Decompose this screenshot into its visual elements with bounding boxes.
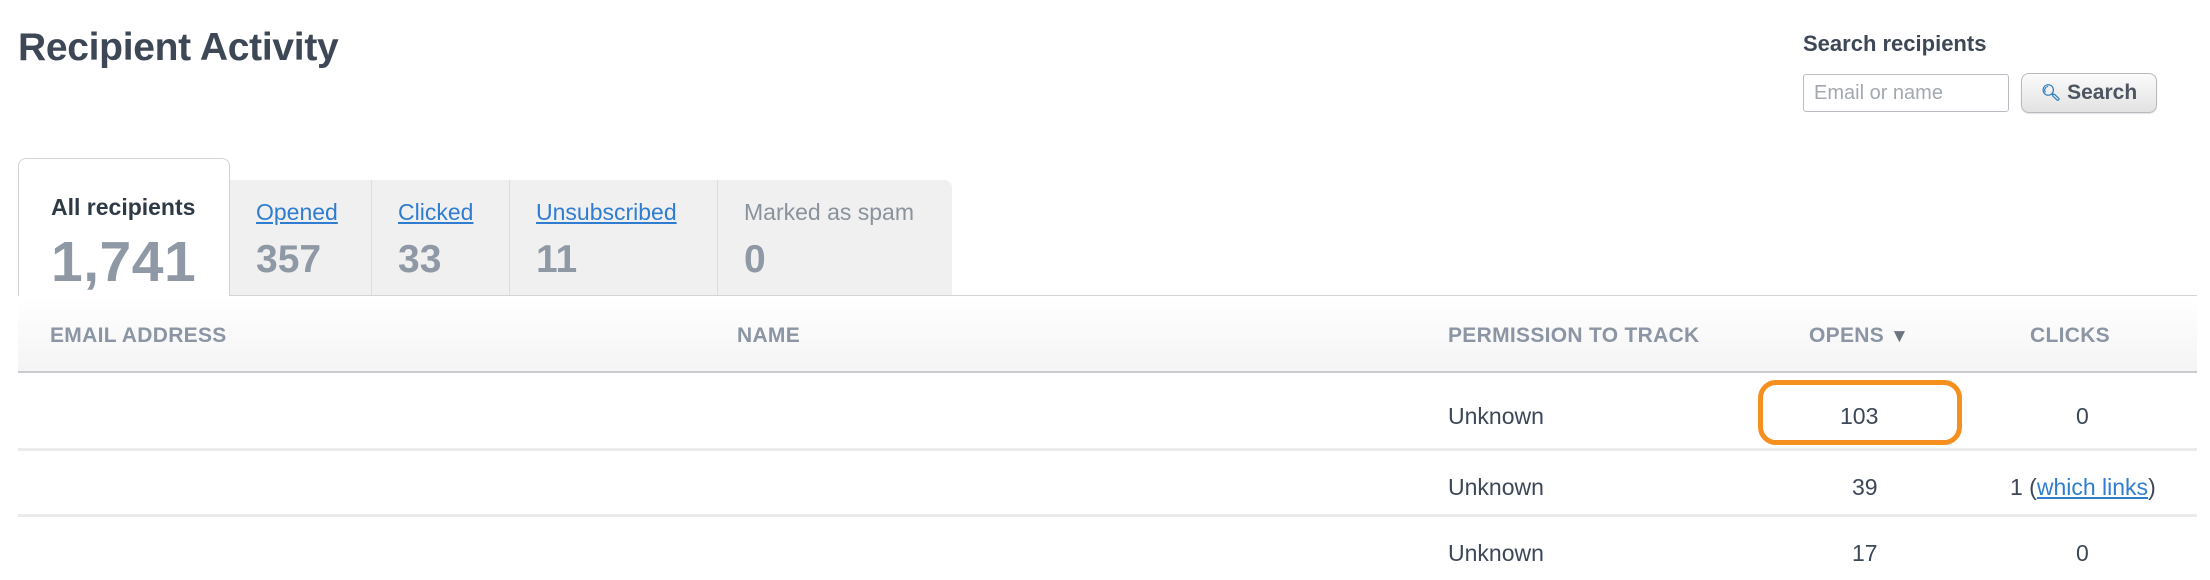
- column-name[interactable]: NAME: [737, 324, 800, 348]
- tab-count: 357: [256, 238, 322, 281]
- table-header: EMAIL ADDRESS NAME PERMISSION TO TRACK O…: [18, 295, 2197, 373]
- tab-group: Opened 357 Clicked 33 Unsubscribed 11 Ma…: [230, 180, 952, 296]
- cell-opens: 17: [1852, 540, 1878, 566]
- search-label: Search recipients: [1803, 31, 1987, 56]
- search-button-label: Search: [2067, 81, 2138, 104]
- cell-clicks: 0: [2076, 403, 2089, 429]
- sort-descending-icon: ▼: [1890, 326, 1910, 347]
- tab-count: 11: [536, 238, 578, 281]
- column-email-address[interactable]: EMAIL ADDRESS: [50, 324, 227, 348]
- cell-permission: Unknown: [1448, 540, 1544, 566]
- tab-count: 0: [744, 238, 766, 281]
- cell-clicks-prefix: 1 (: [2010, 474, 2037, 500]
- cell-opens: 39: [1852, 474, 1878, 500]
- cell-permission: Unknown: [1448, 403, 1544, 429]
- which-links-link[interactable]: which links: [2037, 474, 2148, 500]
- column-permission-to-track[interactable]: PERMISSION TO TRACK: [1448, 324, 1700, 348]
- table-row[interactable]: Unknown 103 0: [18, 373, 2197, 451]
- tab-count: 1,741: [51, 230, 197, 294]
- tab-link-opened[interactable]: Opened: [256, 199, 338, 226]
- cell-clicks: 1 (which links): [2010, 474, 2156, 501]
- magnifier-icon: 🔍︎: [2040, 85, 2062, 102]
- cell-permission: Unknown: [1448, 474, 1544, 500]
- tab-marked-as-spam[interactable]: Marked as spam 0: [718, 180, 952, 296]
- cell-clicks-suffix: ): [2148, 474, 2156, 500]
- cell-clicks: 0: [2076, 540, 2089, 566]
- tab-opened[interactable]: Opened 357: [230, 180, 372, 296]
- tab-link-unsubscribed[interactable]: Unsubscribed: [536, 199, 677, 226]
- search-recipients: Search recipients 🔍︎ Search: [1803, 31, 2157, 113]
- column-opens-label: OPENS: [1809, 324, 1885, 347]
- cell-opens: 103: [1840, 403, 1879, 429]
- tab-clicked[interactable]: Clicked 33: [372, 180, 510, 296]
- table-row[interactable]: Unknown 17 0: [18, 517, 2197, 580]
- column-opens[interactable]: OPENS ▼: [1809, 324, 1909, 348]
- page-title: Recipient Activity: [18, 26, 339, 69]
- tab-label: All recipients: [51, 194, 196, 220]
- search-button[interactable]: 🔍︎ Search: [2021, 73, 2157, 113]
- tab-count: 33: [398, 238, 442, 281]
- table-row[interactable]: Unknown 39 1 (which links): [18, 451, 2197, 517]
- recipients-table: EMAIL ADDRESS NAME PERMISSION TO TRACK O…: [18, 295, 2197, 580]
- tab-link-clicked[interactable]: Clicked: [398, 199, 473, 226]
- tab-unsubscribed[interactable]: Unsubscribed 11: [510, 180, 718, 296]
- column-clicks[interactable]: CLICKS: [2030, 324, 2110, 348]
- tab-all-recipients[interactable]: All recipients 1,741: [18, 158, 230, 296]
- tab-label-marked-as-spam: Marked as spam: [744, 199, 915, 225]
- search-input[interactable]: [1803, 74, 2009, 112]
